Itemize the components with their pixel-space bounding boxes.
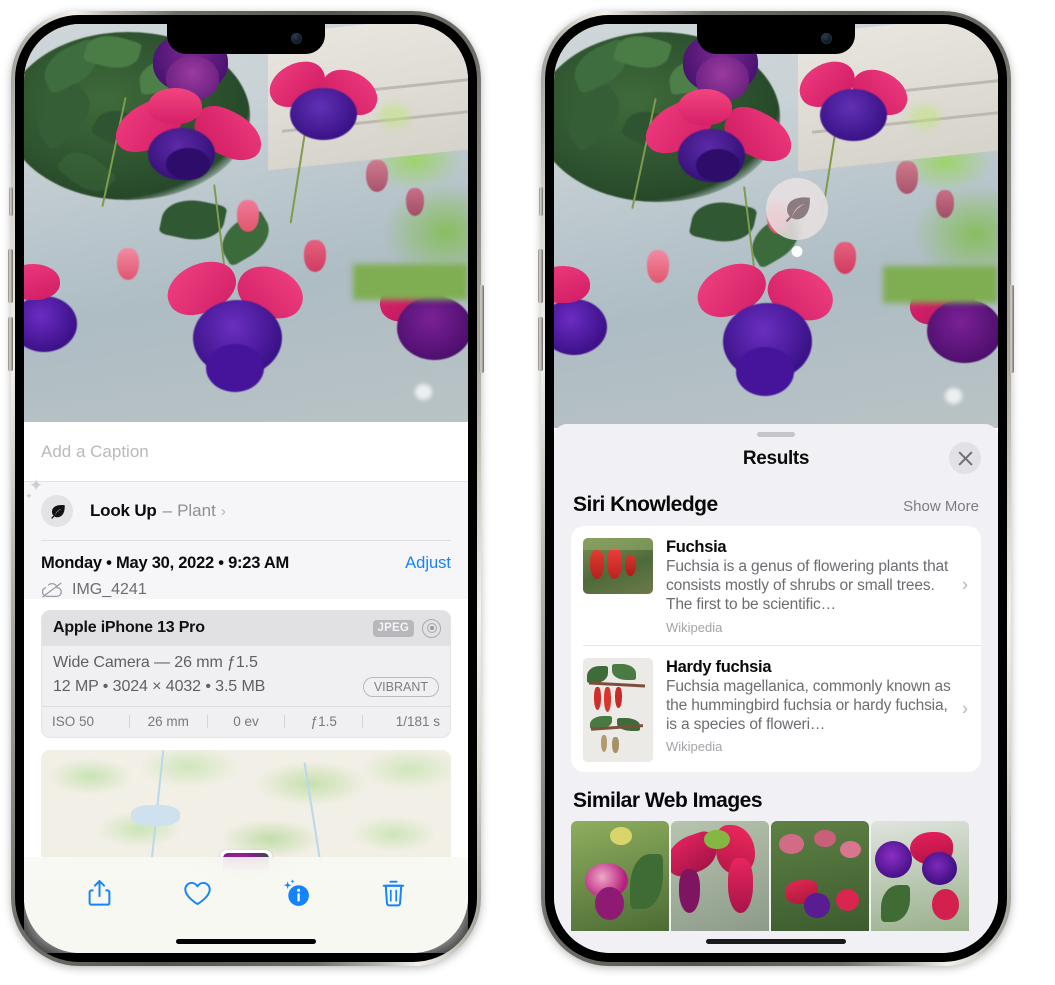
chevron-right-icon: › (220, 502, 226, 520)
look-up-block: ✦ ✦ Look Up – Plant › (24, 477, 468, 541)
results-sheet: Results Siri Knowledge Show More Fuchsia… (554, 424, 998, 953)
fuchsia-photo (24, 24, 468, 424)
front-camera-icon (821, 33, 832, 44)
exif-ev: 0 ev (233, 713, 259, 729)
iphone-right-screen: Results Siri Knowledge Show More Fuchsia… (554, 24, 998, 953)
sparkle-icon-small: ✦ (25, 491, 33, 501)
look-up-anchor-dot (791, 246, 803, 257)
volume-up-button[interactable] (8, 249, 13, 303)
photo-viewer-left[interactable] (24, 24, 468, 424)
file-info: 12 MP • 3024 × 4032 • 3.5 MB (53, 677, 266, 695)
siri-knowledge-title: Siri Knowledge (573, 493, 718, 516)
result-title: Fuchsia (666, 538, 727, 556)
caption-placeholder: Add a Caption (41, 441, 149, 461)
look-up-subject: Plant (177, 501, 216, 520)
result-description: Fuchsia magellanica, commonly known as t… (666, 677, 951, 733)
siri-knowledge-card: Fuchsia Fuchsia is a genus of flowering … (571, 526, 981, 772)
list-item[interactable]: Hardy fuchsia Fuchsia magellanica, commo… (583, 644, 981, 772)
similar-web-images-header: Similar Web Images (554, 772, 998, 821)
aperture-icon (422, 618, 441, 638)
list-item[interactable]: Fuchsia Fuchsia is a genus of flowering … (571, 526, 981, 645)
similar-web-images-strip[interactable] (554, 820, 998, 931)
iphone-left-screen: Add a Caption ✦ ✦ Look Up – Plant › Mond… (24, 24, 468, 953)
look-up-title: Look Up (90, 501, 157, 520)
leaf-icon (41, 495, 73, 527)
volume-up-button[interactable] (538, 249, 543, 303)
chevron-right-icon: › (962, 574, 968, 595)
photo-info-sheet: Add a Caption ✦ ✦ Look Up – Plant › Mond… (24, 422, 468, 953)
exif-focal: 26 mm (147, 713, 189, 729)
camera-card-header: Apple iPhone 13 Pro JPEG (42, 610, 450, 646)
power-button[interactable] (1009, 285, 1014, 373)
fuchsia-thumbnail (583, 538, 653, 594)
mute-switch[interactable] (539, 187, 543, 216)
exif-shutter: 1/181 s (395, 713, 440, 729)
volume-down-button[interactable] (538, 317, 543, 371)
results-header: Results (554, 437, 998, 481)
format-badge: JPEG (372, 619, 414, 637)
show-more-button[interactable]: Show More (903, 498, 979, 515)
camera-device-name: Apple iPhone 13 Pro (53, 619, 205, 636)
exif-row: ISO 50 26 mm 0 ev ƒ1.5 1/181 s (42, 705, 450, 737)
iphone-left-bezel: Add a Caption ✦ ✦ Look Up – Plant › Mond… (15, 15, 477, 962)
visual-look-up-badge[interactable] (766, 178, 828, 257)
iphone-right-device: Results Siri Knowledge Show More Fuchsia… (538, 11, 1014, 966)
location-map[interactable] (41, 749, 451, 870)
trash-icon[interactable] (370, 871, 416, 915)
web-image-thumbnail[interactable] (571, 820, 669, 931)
share-icon[interactable] (76, 871, 122, 915)
exif-aperture: ƒ1.5 (310, 713, 337, 729)
iphone-right-bezel: Results Siri Knowledge Show More Fuchsia… (545, 15, 1007, 962)
heart-icon[interactable] (174, 871, 220, 915)
photo-viewer-right[interactable] (554, 24, 998, 428)
mute-switch[interactable] (9, 187, 13, 216)
result-description: Fuchsia is a genus of flowering plants t… (666, 558, 949, 613)
photo-filename: IMG_4241 (72, 580, 147, 598)
style-badge: VIBRANT (362, 676, 439, 697)
icloud-slash-icon (41, 582, 63, 598)
photo-date: Monday • May 30, 2022 • 9:23 AM (41, 553, 290, 572)
list-item-text: Hardy fuchsia Fuchsia magellanica, commo… (666, 658, 969, 762)
siri-knowledge-header: Siri Knowledge Show More (554, 481, 998, 526)
volume-down-button[interactable] (8, 317, 13, 371)
home-indicator[interactable] (706, 939, 846, 944)
screenshot-stage: Add a Caption ✦ ✦ Look Up – Plant › Mond… (0, 0, 1055, 985)
look-up-separator: – (162, 501, 173, 520)
notch (697, 24, 855, 54)
chevron-right-icon: › (962, 698, 968, 719)
leaf-icon (766, 178, 828, 240)
result-title: Hardy fuchsia (666, 657, 772, 676)
camera-card-body: Wide Camera — 26 mm ƒ1.5 12 MP • 3024 × … (42, 646, 450, 706)
exif-iso: ISO 50 (52, 713, 95, 729)
hardy-fuchsia-thumbnail (583, 657, 653, 762)
similar-web-images-title: Similar Web Images (573, 788, 763, 812)
look-up-row[interactable]: ✦ ✦ Look Up – Plant › (25, 477, 451, 540)
lens-info: Wide Camera — 26 mm ƒ1.5 (53, 653, 258, 671)
result-source: Wikipedia (666, 739, 723, 755)
close-icon[interactable] (949, 442, 981, 474)
info-sparkle-icon[interactable] (272, 871, 318, 915)
power-button[interactable] (479, 285, 484, 373)
iphone-left-device: Add a Caption ✦ ✦ Look Up – Plant › Mond… (8, 11, 484, 966)
web-image-thumbnail[interactable] (671, 820, 769, 931)
list-item-text: Fuchsia Fuchsia is a genus of flowering … (666, 538, 969, 635)
results-title: Results (742, 448, 810, 469)
result-source: Wikipedia (666, 619, 723, 635)
notch (167, 24, 325, 54)
adjust-button[interactable]: Adjust (405, 554, 451, 573)
web-image-thumbnail[interactable] (871, 820, 969, 931)
home-indicator[interactable] (176, 939, 316, 944)
web-image-thumbnail[interactable] (771, 820, 869, 931)
front-camera-icon (291, 33, 302, 44)
photo-metadata: Monday • May 30, 2022 • 9:23 AM Adjust I… (24, 540, 468, 599)
camera-info-card[interactable]: Apple iPhone 13 Pro JPEG Wide Camera — 2… (41, 609, 451, 738)
caption-input[interactable]: Add a Caption (24, 422, 468, 482)
